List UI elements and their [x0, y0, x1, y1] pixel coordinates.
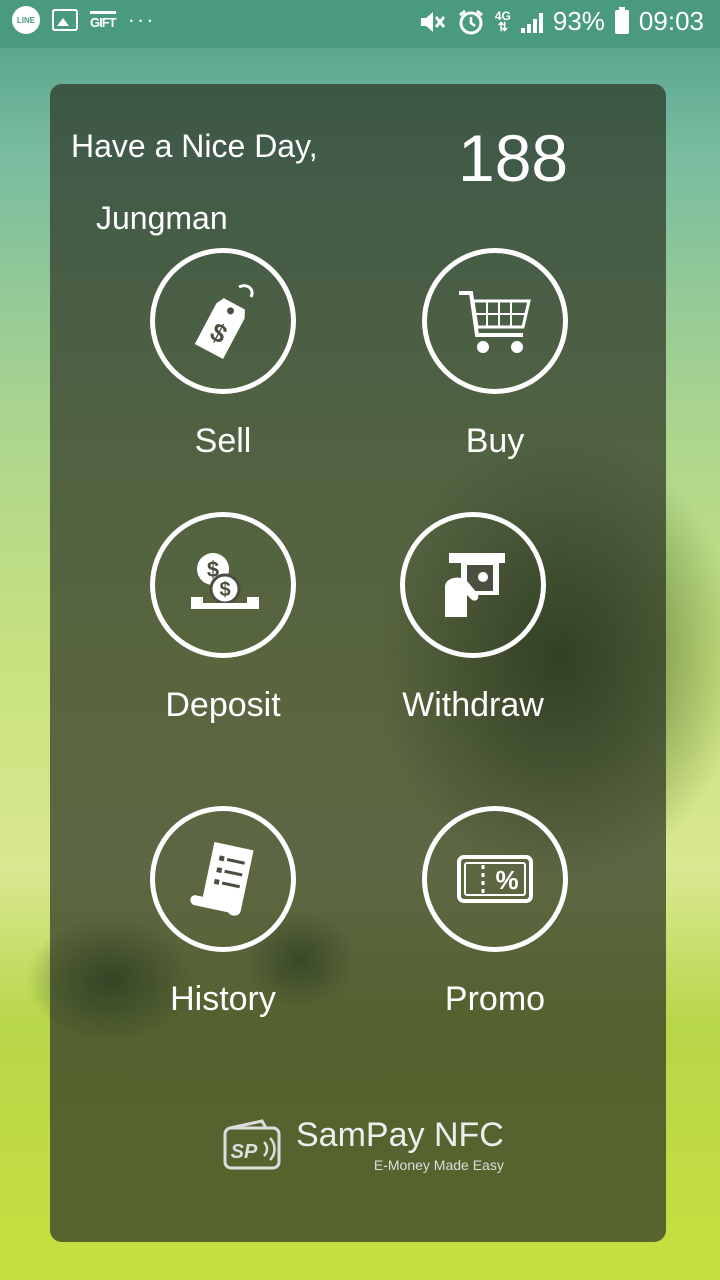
more-notifications-icon: ···	[127, 7, 156, 32]
sell-button[interactable]: $ Sell	[123, 248, 323, 461]
network-type-icon: 4G ⇅	[494, 8, 511, 34]
svg-text:$: $	[219, 579, 230, 601]
history-button[interactable]: History	[123, 806, 323, 1019]
deposit-button[interactable]: $ $ Deposit	[123, 512, 323, 725]
withdraw-button[interactable]: Withdraw	[373, 512, 573, 725]
promo-label: Promo	[444, 980, 546, 1018]
promo-button[interactable]: % Promo	[395, 806, 595, 1019]
withdraw-circle[interactable]	[400, 512, 546, 658]
user-name: Jungman	[96, 200, 228, 236]
status-bar: LINE GIFT ··· 4G ⇅ 93% 09:03	[0, 0, 720, 48]
shopping-cart-icon	[459, 291, 531, 353]
promo-circle[interactable]: %	[422, 806, 568, 952]
buy-button[interactable]: Buy	[395, 248, 595, 461]
wallet-logo-icon: SP	[223, 1118, 281, 1169]
svg-text:SP: SP	[231, 1141, 258, 1163]
battery-icon	[614, 6, 629, 34]
main-panel: Have a Nice Day, Jungman 188 $ Sell Buy …	[50, 84, 666, 1242]
greeting-text: Have a Nice Day,	[71, 128, 318, 164]
clock: 09:03	[638, 6, 704, 36]
svg-text:%: %	[495, 865, 518, 895]
gift-icon: GIFT	[90, 10, 117, 30]
history-label: History	[170, 980, 276, 1018]
receipt-icon	[190, 842, 254, 916]
line-app-icon: LINE	[12, 6, 40, 34]
withdraw-label: Withdraw	[402, 686, 544, 724]
battery-percent: 93%	[552, 6, 605, 36]
brand-tagline: E-Money Made Easy	[373, 1157, 504, 1173]
mute-icon	[420, 11, 446, 32]
voucher-icon: %	[457, 855, 533, 903]
deposit-circle[interactable]: $ $	[150, 512, 296, 658]
alarm-icon	[458, 9, 483, 34]
atm-withdraw-icon	[445, 553, 505, 617]
buy-label: Buy	[465, 422, 525, 460]
coin-deposit-icon: $ $	[191, 553, 259, 609]
sell-label: Sell	[194, 422, 252, 460]
price-tag-icon: $	[194, 284, 254, 359]
signal-icon	[520, 11, 543, 33]
gallery-icon	[52, 9, 78, 31]
history-circle[interactable]	[150, 806, 296, 952]
sell-circle[interactable]: $	[150, 248, 296, 394]
balance-value: 188	[458, 121, 569, 195]
brand-title: SamPay NFC	[296, 1116, 504, 1154]
sampay-logo: SP SamPay NFC E-Money Made Easy	[222, 1116, 504, 1173]
deposit-label: Deposit	[165, 686, 281, 724]
buy-circle[interactable]	[422, 248, 568, 394]
